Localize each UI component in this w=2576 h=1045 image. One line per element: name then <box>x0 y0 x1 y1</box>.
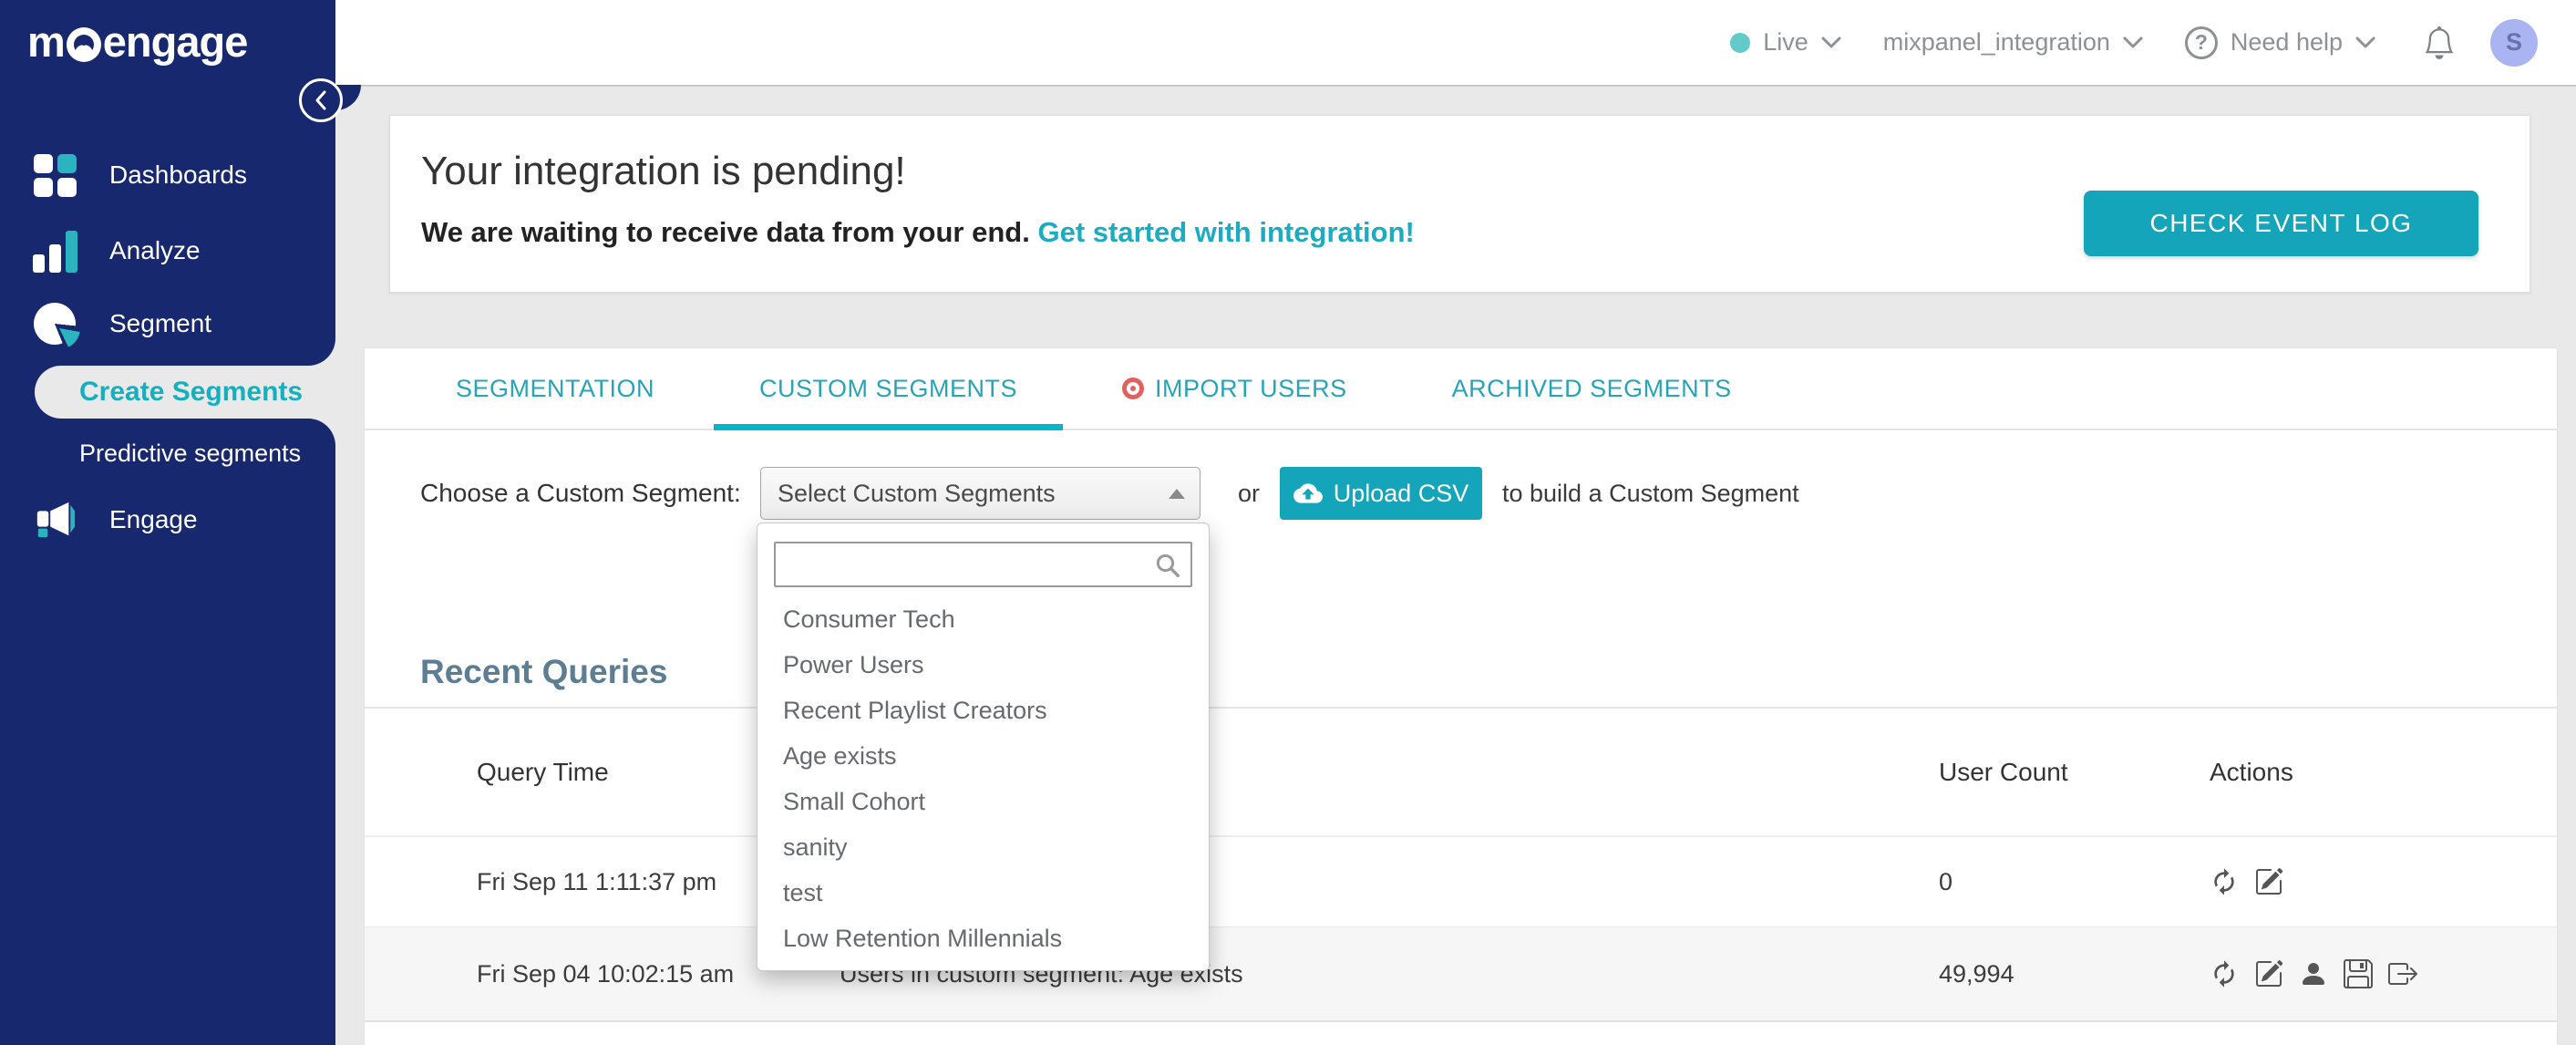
edit-action-icon[interactable] <box>2254 867 2283 896</box>
check-event-log-button[interactable]: CHECK EVENT LOG <box>2084 191 2478 256</box>
sidebar-item-label: Analyze <box>109 236 201 264</box>
chevron-down-icon <box>2123 36 2143 47</box>
sidebar-item-label: Predictive segments <box>79 439 302 467</box>
query-time-cell: Fri Sep 04 10:02:15 am <box>477 959 735 988</box>
banner-subtitle: We are waiting to receive data from your… <box>421 216 1415 248</box>
chevron-left-icon <box>315 90 326 110</box>
app-screen: m engage Dashboards Analyze Segment Creat… <box>0 0 2576 1045</box>
sidebar-item-label: Engage <box>109 505 198 533</box>
env-label: Live <box>1763 28 1808 56</box>
chevron-down-icon <box>1821 36 1841 47</box>
column-header-query-time: Query Time <box>477 757 609 786</box>
row-actions <box>2210 837 2283 926</box>
refresh-action-icon[interactable] <box>2210 959 2239 988</box>
sidebar-item-analyze[interactable]: Analyze <box>0 227 335 274</box>
column-header-user-count: User Count <box>1939 757 2068 786</box>
megaphone-icon <box>33 498 77 542</box>
save-action-icon[interactable] <box>2344 959 2373 988</box>
caret-up-icon <box>1169 489 1185 499</box>
sidebar-item-dashboards[interactable]: Dashboards <box>0 151 335 199</box>
table-row: Fri Sep 11 1:11:37 pm 0 <box>365 837 2557 926</box>
tab-custom-segments[interactable]: CUSTOM SEGMENTS <box>714 348 1064 430</box>
table-header-row: Query Time User Count Actions <box>365 709 2557 835</box>
sidebar-item-label: Create Segments <box>79 377 304 407</box>
choose-segment-label: Choose a Custom Segment: <box>420 479 741 507</box>
custom-segment-select[interactable]: Select Custom Segments <box>760 467 1200 520</box>
need-help-menu[interactable]: ? Need help <box>2184 26 2375 59</box>
integration-pending-banner: Your integration is pending! We are wait… <box>389 115 2530 293</box>
dropdown-option[interactable]: Recent Playlist Creators <box>757 688 1209 733</box>
get-started-link[interactable]: Get started with integration! <box>1037 216 1414 248</box>
user-avatar[interactable]: S <box>2490 18 2538 67</box>
logo-text-engage: engage <box>102 17 249 66</box>
user-count-cell: 49,994 <box>1939 959 2014 988</box>
row-actions <box>2210 927 2417 1020</box>
env-selector[interactable]: Live <box>1730 28 1841 57</box>
or-text: or <box>1238 480 1261 507</box>
sidebar-item-segment[interactable]: Segment <box>0 300 335 349</box>
grid-icon <box>33 153 77 197</box>
sidebar-item-label: Dashboards <box>109 160 247 189</box>
dropdown-option[interactable]: Power Users <box>757 642 1209 688</box>
sidebar-collapse-button[interactable] <box>299 78 343 122</box>
dropdown-option[interactable]: Small Cohort <box>757 779 1209 824</box>
sidebar-item-predictive-segments[interactable]: Predictive segments <box>0 429 335 478</box>
export-action-icon[interactable] <box>2388 959 2417 988</box>
tab-segmentation[interactable]: SEGMENTATION <box>410 348 700 429</box>
dropdown-option[interactable]: sanity <box>757 824 1209 870</box>
user-count-cell: 0 <box>1939 867 1953 895</box>
pill-notch-bottom <box>308 419 335 446</box>
search-icon <box>1156 554 1180 577</box>
logo-text-m: m <box>27 17 66 66</box>
topbar: Live mixpanel_integration ? Need help S <box>335 0 2576 87</box>
notifications-bell-icon[interactable] <box>2423 26 2456 60</box>
chevron-down-icon <box>2355 36 2375 47</box>
pie-chart-icon <box>33 302 80 349</box>
dropdown-option[interactable]: test <box>757 870 1209 916</box>
upload-csv-button[interactable]: Upload CSV <box>1280 467 1482 520</box>
sidebar-item-engage[interactable]: Engage <box>0 496 335 543</box>
segment-tabs: SEGMENTATION CUSTOM SEGMENTS IMPORT USER… <box>365 348 2557 430</box>
select-value: Select Custom Segments <box>778 479 1056 507</box>
tab-import-users[interactable]: IMPORT USERS <box>1077 348 1393 429</box>
person-action-icon[interactable] <box>2299 959 2328 988</box>
dropdown-search-input[interactable] <box>774 542 1192 587</box>
avatar-initial: S <box>2505 28 2522 56</box>
banner-title: Your integration is pending! <box>421 149 906 193</box>
pill-notch-top <box>308 338 335 366</box>
cloud-upload-icon <box>1293 483 1323 503</box>
column-header-actions: Actions <box>2210 757 2293 786</box>
edit-action-icon[interactable] <box>2254 959 2283 988</box>
table-row: Fri Sep 04 10:02:15 am Users in custom s… <box>365 926 2557 1022</box>
custom-segment-dropdown: Consumer Tech Power Users Recent Playlis… <box>757 522 1210 971</box>
sidebar-item-create-segments[interactable]: Create Segments <box>35 338 335 446</box>
dropdown-option[interactable]: Age exists <box>757 733 1209 779</box>
sidebar: m engage Dashboards Analyze Segment Creat… <box>0 0 335 1045</box>
help-icon: ? <box>2184 26 2218 59</box>
live-status-dot-icon <box>1730 32 1751 53</box>
dropdown-search <box>774 542 1192 587</box>
dropdown-option[interactable]: Consumer Tech <box>757 596 1209 642</box>
refresh-action-icon[interactable] <box>2210 867 2239 896</box>
logo-o-face-icon <box>66 26 101 62</box>
recent-queries-title: Recent Queries <box>420 653 668 690</box>
segments-panel: SEGMENTATION CUSTOM SEGMENTS IMPORT USER… <box>365 348 2557 1045</box>
bar-chart-icon <box>32 229 77 273</box>
query-time-cell: Fri Sep 11 1:11:37 pm <box>477 867 717 895</box>
dropdown-option[interactable]: Low Retention Millennials <box>757 916 1209 961</box>
main-content: Your integration is pending! We are wait… <box>335 87 2576 1045</box>
need-help-label: Need help <box>2230 28 2343 56</box>
sidebar-item-label: Segment <box>109 309 212 337</box>
workspace-name: mixpanel_integration <box>1882 28 2110 56</box>
moengage-logo: m engage <box>27 16 249 67</box>
tab-archived-segments[interactable]: ARCHIVED SEGMENTS <box>1406 348 1777 429</box>
build-segment-suffix-text: to build a Custom Segment <box>1502 480 1799 507</box>
workspace-selector[interactable]: mixpanel_integration <box>1883 28 2143 57</box>
record-dot-icon <box>1122 378 1145 399</box>
